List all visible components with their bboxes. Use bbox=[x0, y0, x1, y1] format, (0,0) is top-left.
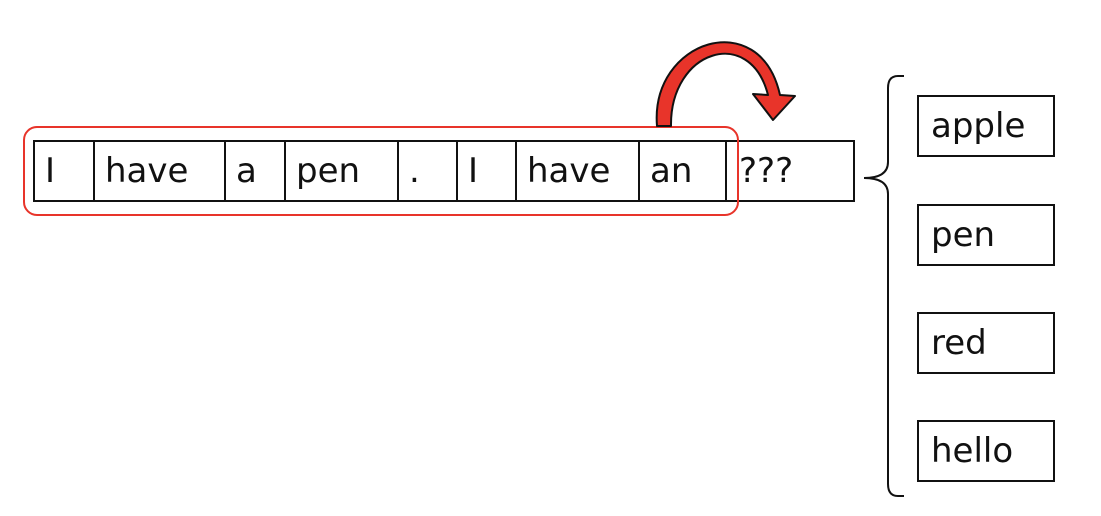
curved-arrow-icon bbox=[655, 41, 796, 127]
candidate-box-pen: pen bbox=[917, 204, 1055, 266]
candidate-box-red: red bbox=[917, 312, 1055, 374]
candidate-box-hello: hello bbox=[917, 420, 1055, 482]
candidate-box-apple: apple bbox=[917, 95, 1055, 157]
left-brace-icon bbox=[863, 75, 904, 497]
unknown-token-cell: ??? bbox=[739, 151, 794, 191]
